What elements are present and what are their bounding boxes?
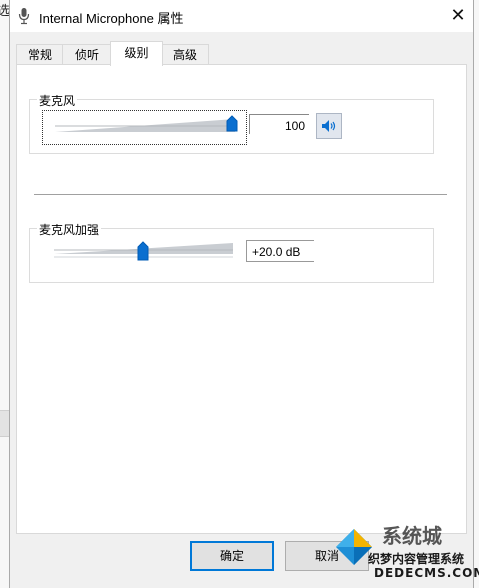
microphone-slider-track <box>55 115 238 132</box>
ok-button[interactable]: 确定 <box>190 541 274 571</box>
microphone-boost-value[interactable]: +20.0 dB <box>246 240 314 262</box>
tab-levels[interactable]: 级别 <box>110 41 163 66</box>
watermark-line2: DEDECMS.COM <box>374 566 479 580</box>
mute-button[interactable] <box>316 113 342 139</box>
tab-general[interactable]: 常规 <box>16 44 64 65</box>
tab-advanced[interactable]: 高级 <box>161 44 209 65</box>
background-row <box>0 410 9 437</box>
separator-line <box>34 194 447 195</box>
microphone-slider[interactable] <box>42 110 247 145</box>
window-title: Internal Microphone 属性 <box>39 11 184 26</box>
microphone-icon <box>18 8 30 25</box>
microphone-label: 麦克风 <box>37 92 78 109</box>
properties-dialog: Internal Microphone 属性 ✕ 常规 侦听 级别 高级 麦克风… <box>9 0 474 588</box>
microphone-boost-slider[interactable] <box>54 238 236 264</box>
watermark: 系统城 织梦内容管理系统 DEDECMS.COM <box>330 515 479 588</box>
tab-listen[interactable]: 侦听 <box>62 44 112 65</box>
speaker-icon <box>322 120 336 132</box>
close-button[interactable]: ✕ <box>443 0 473 30</box>
microphone-boost-label: 麦克风加强 <box>37 221 102 238</box>
microphone-level-value[interactable]: 100 <box>249 114 309 134</box>
title-bar: Internal Microphone 属性 ✕ <box>10 0 473 32</box>
watermark-logo-text: 系统城 <box>382 524 442 548</box>
close-icon: ✕ <box>450 4 466 25</box>
watermark-line1: 织梦内容管理系统 <box>368 552 465 566</box>
levels-panel: 麦克风 100 麦克风加强 +20.0 dB <box>16 64 467 534</box>
boost-slider-track <box>54 241 233 261</box>
